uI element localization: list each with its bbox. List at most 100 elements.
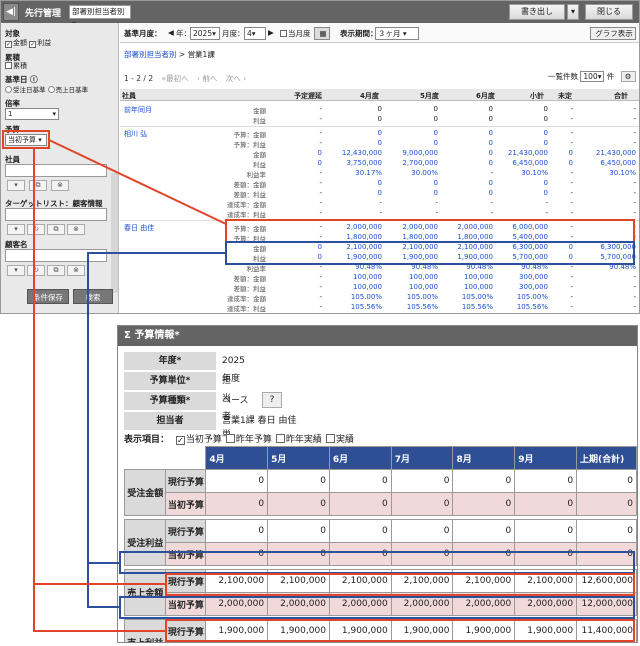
display-item-checkbox[interactable]	[325, 434, 335, 443]
budget-value-cell[interactable]: 2,000,000	[514, 592, 578, 616]
budget-value-cell[interactable]: 0	[576, 519, 637, 543]
customer-input[interactable]	[5, 249, 107, 262]
budget-value-cell[interactable]: 0	[205, 542, 269, 566]
budget-value-cell[interactable]: 1,900,000	[390, 619, 454, 642]
settings-gear-icon[interactable]: ⚙	[620, 71, 636, 82]
budget-value-cell[interactable]: 1,800,000	[329, 643, 391, 644]
budget-value-cell[interactable]: 0	[267, 542, 330, 566]
export-button[interactable]: 書き出し	[509, 4, 565, 20]
target-list-input[interactable]	[5, 208, 107, 221]
customer-clear-icon[interactable]: ⊗	[67, 265, 85, 276]
target-list-refresh-icon[interactable]: ↻	[27, 224, 45, 235]
calendar-icon[interactable]: ▦	[314, 27, 330, 40]
pager-next-link[interactable]: 次へ ›	[226, 74, 246, 83]
budget-value-cell[interactable]: 0	[205, 469, 269, 493]
budget-value-cell[interactable]: 12,000,000	[576, 592, 637, 616]
budget-value-cell[interactable]: 0	[452, 469, 516, 493]
display-item-1[interactable]: 昨年予算	[225, 434, 272, 445]
budget-value-cell[interactable]: 1,900,000	[267, 619, 330, 642]
budget-value-cell[interactable]: 2,100,000	[205, 569, 269, 593]
search-button[interactable]: 検索	[73, 289, 113, 304]
budget-value-cell[interactable]: 1,900,000	[328, 619, 392, 642]
budget-value-cell[interactable]: 10,800,000	[577, 643, 637, 644]
budget-value-cell[interactable]: 2,100,000	[267, 569, 330, 593]
budget-value-cell[interactable]: 0	[205, 492, 269, 516]
budget-value-cell[interactable]: 1,900,000	[514, 619, 578, 642]
budget-value-cell[interactable]: 0	[267, 519, 330, 543]
profit-checkbox[interactable]: ✓	[29, 41, 37, 48]
budget-value-cell[interactable]: 2,000,000	[328, 592, 392, 616]
amount-checkbox[interactable]: ✓	[5, 41, 12, 48]
budget-value-cell[interactable]: 0	[328, 469, 392, 493]
budget-value-cell[interactable]: 2,100,000	[328, 569, 392, 593]
save-condition-button[interactable]: 条件保存	[27, 289, 69, 304]
budget-value-cell[interactable]: 2,000,000	[267, 592, 330, 616]
period-select[interactable]: ３ヶ月 ▾	[375, 27, 419, 40]
target-list-dropdown-icon[interactable]: ▾	[7, 224, 25, 235]
graph-button[interactable]: グラフ表示	[590, 27, 636, 40]
budget-value-cell[interactable]: 0	[514, 542, 578, 566]
budget-value-cell[interactable]: 1,900,000	[452, 619, 516, 642]
left-pane-scrollbar[interactable]	[111, 173, 118, 293]
customer-dropdown-icon[interactable]: ▾	[7, 265, 25, 276]
budget-value-cell[interactable]: 0	[576, 469, 637, 493]
page-size-select[interactable]: 100▾	[580, 71, 605, 82]
display-item-checkbox[interactable]: ✓	[175, 436, 185, 445]
budget-value-cell[interactable]: 0	[328, 542, 392, 566]
budget-value-cell[interactable]: 1,800,000	[515, 643, 577, 644]
employee-input[interactable]	[5, 164, 107, 177]
budget-value-cell[interactable]: 0	[390, 469, 454, 493]
budget-value-cell[interactable]: 0	[514, 492, 578, 516]
budget-value-cell[interactable]: 1,900,000	[205, 619, 269, 642]
close-button[interactable]: 閉じる	[585, 4, 633, 20]
employee-name-link[interactable]: 春日 由佳	[124, 223, 154, 233]
cumulative-checkbox[interactable]	[5, 62, 12, 69]
next-month-icon[interactable]: ▶	[268, 28, 274, 37]
budget-value-cell[interactable]: 0	[452, 519, 516, 543]
budget-value-cell[interactable]: 0	[514, 469, 578, 493]
budget-value-cell[interactable]: 1,800,000	[391, 643, 453, 644]
budget-value-cell[interactable]: 1,800,000	[268, 643, 330, 644]
order-base-radio[interactable]	[5, 86, 12, 93]
pager-prev-link[interactable]: ‹ 前へ	[197, 74, 217, 83]
pager-first-link[interactable]: «最初へ	[161, 74, 188, 83]
budget-value-cell[interactable]: 2,100,000	[390, 569, 454, 593]
employee-name-link[interactable]: 前年同月	[124, 105, 152, 115]
customer-copy-icon[interactable]: ⧉	[47, 265, 65, 276]
budget-value-cell[interactable]: 0	[390, 492, 454, 516]
this-month-check[interactable]: 当月度	[280, 28, 311, 39]
employee-clear-icon[interactable]: ⊗	[51, 180, 69, 191]
budget-value-cell[interactable]: 0	[514, 519, 578, 543]
budget-value-cell[interactable]: 2,000,000	[452, 592, 516, 616]
budget-value-cell[interactable]: 2,000,000	[390, 592, 454, 616]
prev-year-icon[interactable]: ◀	[168, 28, 174, 37]
help-icon[interactable]: ?	[262, 392, 282, 408]
budget-value-cell[interactable]: 0	[452, 492, 516, 516]
target-list-copy-icon[interactable]: ⧉	[47, 224, 65, 235]
budget-value-cell[interactable]: 0	[205, 519, 269, 543]
employee-dropdown-icon[interactable]: ▾	[7, 180, 25, 191]
budget-value-cell[interactable]: 0	[328, 519, 392, 543]
display-item-checkbox[interactable]	[275, 434, 285, 443]
display-item-3[interactable]: 実績	[325, 434, 354, 445]
budget-value-cell[interactable]: 0	[267, 469, 330, 493]
budget-value-cell[interactable]: 2,000,000	[205, 592, 269, 616]
budget-value-cell[interactable]: 2,100,000	[452, 569, 516, 593]
collapse-pane-button[interactable]: ◀|	[3, 3, 19, 21]
year-select[interactable]: 2025▾	[190, 27, 220, 40]
export-dropdown-button[interactable]: ▾	[567, 4, 579, 20]
employee-copy-icon[interactable]: ⧉	[29, 180, 47, 191]
sales-base-radio[interactable]	[47, 86, 55, 93]
display-item-2[interactable]: 昨年実績	[275, 434, 322, 445]
display-item-checkbox[interactable]	[225, 434, 235, 443]
this-month-checkbox[interactable]	[280, 30, 287, 37]
budget-select[interactable]: 当初予算 ▾	[5, 134, 47, 146]
month-select[interactable]: 4▾	[244, 27, 266, 40]
view-select[interactable]: 部署別担当者別 ▾	[69, 5, 131, 28]
budget-value-cell[interactable]: 2,100,000	[514, 569, 578, 593]
budget-value-cell[interactable]: 0	[576, 492, 637, 516]
target-list-clear-icon[interactable]: ⊗	[67, 224, 85, 235]
customer-refresh-icon[interactable]: ↻	[27, 265, 45, 276]
budget-value-cell[interactable]: 1,800,000	[453, 643, 515, 644]
budget-value-cell[interactable]: 0	[390, 542, 454, 566]
